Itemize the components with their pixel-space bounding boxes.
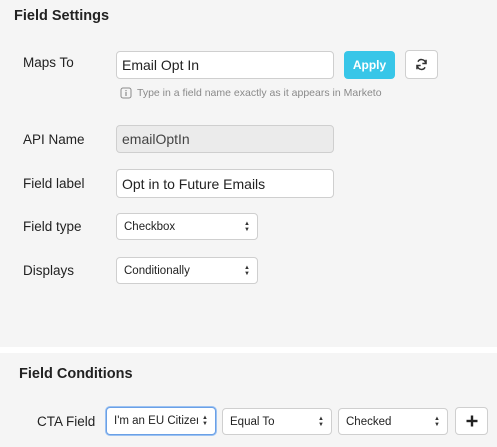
refresh-icon xyxy=(416,58,427,71)
condition-operator-value: Equal To xyxy=(230,415,275,428)
select-arrows-icon: ▲ ▼ xyxy=(244,220,250,233)
select-arrows-icon: ▲ ▼ xyxy=(244,264,250,277)
field-settings-title: Field Settings xyxy=(14,8,110,24)
field-settings-panel: Field Settings Maps To Apply Type in a f… xyxy=(0,0,497,347)
select-arrows-icon: ▲ ▼ xyxy=(434,415,440,428)
cta-field-value: I'm an EU Citizen xyxy=(114,415,199,427)
plus-icon xyxy=(466,415,477,427)
field-type-label: Field type xyxy=(23,219,82,234)
refresh-button[interactable] xyxy=(405,50,438,79)
api-name-field xyxy=(116,125,334,153)
displays-value: Conditionally xyxy=(124,264,190,277)
field-label-label: Field label xyxy=(23,176,85,191)
cta-field-select[interactable]: I'm an EU Citizen ▲ ▼ xyxy=(106,407,216,435)
field-label-input[interactable] xyxy=(116,169,334,198)
apply-button[interactable]: Apply xyxy=(344,51,395,79)
maps-to-label: Maps To xyxy=(23,55,74,70)
maps-to-hint: Type in a field name exactly as it appea… xyxy=(120,87,382,99)
select-arrows-icon: ▲ ▼ xyxy=(202,415,208,427)
select-arrows-icon: ▲ ▼ xyxy=(318,415,324,428)
condition-state-value: Checked xyxy=(346,415,392,428)
api-name-label: API Name xyxy=(23,132,85,147)
info-icon xyxy=(120,87,132,99)
field-type-value: Checkbox xyxy=(124,220,176,233)
displays-select[interactable]: Conditionally ▲ ▼ xyxy=(116,257,258,284)
add-condition-button[interactable] xyxy=(455,407,488,435)
field-conditions-panel: Field Conditions CTA Field I'm an EU Cit… xyxy=(0,347,497,447)
displays-label: Displays xyxy=(23,263,75,278)
condition-state-select[interactable]: Checked ▲ ▼ xyxy=(338,408,448,435)
maps-to-hint-text: Type in a field name exactly as it appea… xyxy=(137,87,382,99)
condition-operator-select[interactable]: Equal To ▲ ▼ xyxy=(222,408,332,435)
maps-to-input[interactable] xyxy=(116,51,334,79)
cta-field-label: CTA Field xyxy=(37,414,96,429)
field-type-select[interactable]: Checkbox ▲ ▼ xyxy=(116,213,258,240)
field-conditions-title: Field Conditions xyxy=(19,366,133,382)
